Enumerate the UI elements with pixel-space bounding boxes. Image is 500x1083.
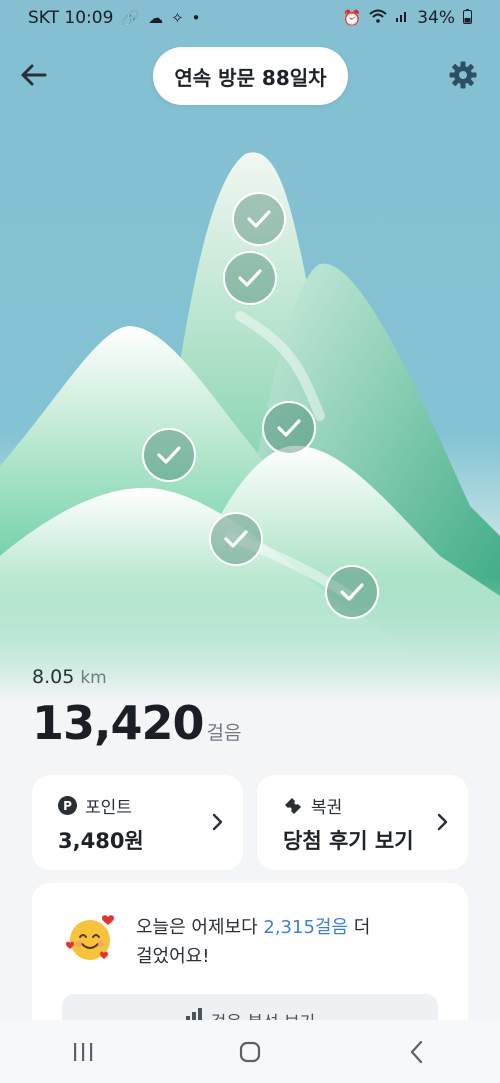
lottery-card[interactable]: 복권 당첨 후기 보기 bbox=[257, 775, 468, 870]
status-left: SKT 10:09 🔗 ☁ ✧ • bbox=[28, 8, 201, 28]
check-badge-1 bbox=[232, 192, 286, 246]
walking-stats: 8.05 km 13,420 걸음 bbox=[32, 666, 241, 750]
alarm-icon: ⏰ bbox=[342, 9, 362, 27]
check-badge-3 bbox=[262, 401, 316, 455]
points-card[interactable]: P 포인트 3,480원 bbox=[32, 775, 243, 870]
link-icon: 🔗 bbox=[121, 9, 141, 27]
back-arrow-icon bbox=[21, 64, 47, 86]
battery-level: 34% bbox=[417, 8, 455, 28]
run-icon: ✧ bbox=[171, 9, 184, 27]
comparison-line-2: 걸었어요! bbox=[136, 946, 210, 967]
point-icon: P bbox=[58, 796, 77, 815]
points-card-title: P 포인트 bbox=[58, 793, 132, 818]
battery-icon bbox=[463, 8, 472, 28]
home-icon bbox=[239, 1041, 261, 1062]
gear-icon bbox=[449, 61, 477, 89]
steps-value: 13,420 bbox=[32, 696, 205, 750]
status-right: ⏰ 34% bbox=[343, 8, 472, 28]
step-count: 13,420 걸음 bbox=[32, 696, 241, 750]
check-icon bbox=[157, 446, 181, 464]
dot-icon: • bbox=[191, 9, 201, 27]
steps-comparison-card: 오늘은 어제보다 2,315걸음 더 걸었어요! 걸음 분석 보기 bbox=[32, 883, 468, 1044]
cloud-icon: ☁ bbox=[148, 9, 164, 27]
distance: 8.05 km bbox=[32, 666, 241, 688]
mountain-illustration bbox=[0, 152, 500, 700]
system-back-button[interactable] bbox=[387, 1030, 447, 1074]
recent-apps-icon bbox=[74, 1042, 93, 1061]
recent-apps-button[interactable] bbox=[53, 1030, 113, 1074]
lottery-value: 당첨 후기 보기 bbox=[283, 829, 414, 853]
check-icon bbox=[247, 210, 271, 228]
carrier-time: SKT 10:09 bbox=[28, 8, 114, 28]
comparison-text-before: 오늘은 어제보다 bbox=[136, 917, 264, 938]
back-icon bbox=[410, 1040, 422, 1063]
comparison-text-after: 더 bbox=[348, 917, 371, 938]
check-badge-2 bbox=[223, 251, 277, 305]
consecutive-visit-badge: 연속 방문 88일차 bbox=[153, 47, 348, 105]
status-bar: SKT 10:09 🔗 ☁ ✧ • ⏰ 34% bbox=[0, 0, 500, 36]
steps-unit: 걸음 bbox=[206, 722, 242, 744]
system-nav-bar bbox=[0, 1020, 500, 1083]
points-value: 3,480원 bbox=[58, 829, 144, 853]
top-bar: 연속 방문 88일차 bbox=[0, 36, 500, 116]
back-button[interactable] bbox=[14, 56, 52, 94]
check-badge-5 bbox=[209, 512, 263, 566]
home-button[interactable] bbox=[220, 1030, 280, 1074]
check-badge-6 bbox=[325, 565, 379, 619]
chevron-right-icon bbox=[437, 813, 448, 831]
steps-difference: 2,315걸음 bbox=[263, 917, 349, 938]
wifi-icon bbox=[369, 9, 387, 27]
smiling-face-hearts-icon bbox=[66, 915, 114, 960]
check-badge-4 bbox=[142, 428, 196, 482]
lottery-label: 복권 bbox=[311, 798, 343, 818]
signal-icon bbox=[395, 9, 409, 27]
chevron-right-icon bbox=[212, 813, 223, 831]
ticket-icon bbox=[285, 797, 301, 814]
points-label: 포인트 bbox=[85, 798, 132, 818]
comparison-line-1: 오늘은 어제보다 2,315걸음 더 bbox=[136, 913, 370, 942]
mountain-scene bbox=[0, 36, 500, 700]
distance-value: 8.05 bbox=[32, 666, 75, 688]
distance-unit: km bbox=[80, 668, 107, 688]
lottery-card-title: 복권 bbox=[283, 793, 342, 818]
comparison-message: 오늘은 어제보다 2,315걸음 더 걸었어요! bbox=[136, 913, 370, 971]
settings-button[interactable] bbox=[444, 56, 482, 94]
visit-label: 연속 방문 88일차 bbox=[174, 65, 327, 90]
check-icon bbox=[238, 269, 262, 287]
check-icon bbox=[224, 530, 248, 548]
check-icon bbox=[340, 583, 364, 601]
check-icon bbox=[277, 419, 301, 437]
